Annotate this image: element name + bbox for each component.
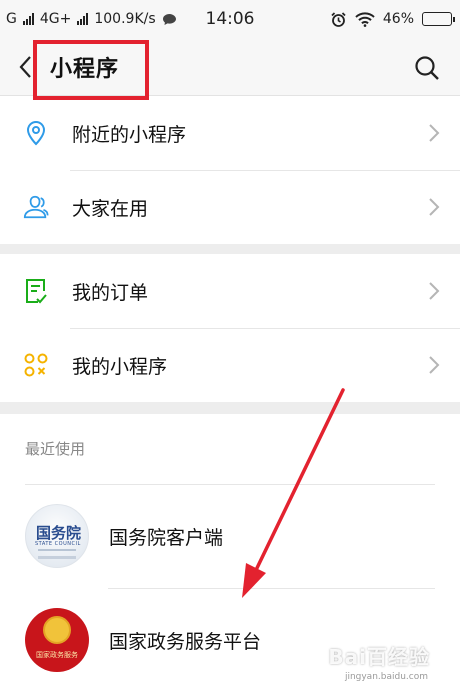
status-right: 46% — [330, 11, 455, 28]
chat-bubble-icon — [162, 13, 176, 25]
chevron-right-icon — [429, 282, 440, 300]
carrier-2: 4G+ — [39, 11, 72, 27]
search-button[interactable] — [414, 55, 440, 81]
highlight-box-annotation — [33, 40, 149, 100]
location-pin-icon — [22, 119, 50, 147]
menu-item-label: 附近的小程序 — [72, 123, 187, 146]
wifi-icon — [355, 11, 375, 27]
chevron-right-icon — [429, 356, 440, 374]
logo-text: 国务院 — [36, 524, 82, 542]
chevron-right-icon — [429, 198, 440, 216]
recent-app-name: 国家政务服务平台 — [109, 630, 262, 653]
logo-building — [38, 549, 76, 559]
national-emblem-icon — [43, 616, 71, 644]
menu-item-label: 大家在用 — [72, 197, 149, 220]
state-council-logo: 国务院 STATE COUNCIL — [25, 504, 89, 568]
nav-header: 小程序 — [0, 38, 460, 100]
status-left: G 4G+ 100.9K/s — [6, 11, 177, 27]
watermark: Bai百经验 — [328, 645, 430, 669]
battery-icon — [422, 12, 455, 26]
search-icon — [415, 56, 439, 80]
order-checklist-icon — [22, 277, 50, 305]
recent-app-gwy[interactable]: 国务院 STATE COUNCIL 国务院客户端 — [0, 484, 460, 588]
logo-subtext: 国家政务服务 — [36, 651, 78, 659]
battery-percent: 46% — [382, 11, 414, 27]
status-bar: G 4G+ 100.9K/s 14:06 46% — [0, 0, 460, 38]
back-arrow-icon — [19, 55, 31, 78]
menu-item-label: 我的订单 — [72, 281, 149, 304]
network-speed: 100.9K/s — [94, 11, 156, 27]
menu-item-nearby-mini-programs[interactable]: 附近的小程序 — [0, 96, 460, 170]
signal-bars-2-icon — [77, 13, 89, 25]
menu-item-everyone-uses[interactable]: 大家在用 — [0, 170, 460, 244]
users-icon — [22, 193, 50, 221]
logo-subtext: STATE COUNCIL — [35, 541, 81, 547]
menu-group-1: 附近的小程序 大家在用 — [0, 96, 460, 244]
watermark-subtext: jingyan.baidu.com — [344, 672, 428, 682]
menu-item-my-mini-programs[interactable]: 我的小程序 — [0, 328, 460, 402]
mini-program-grid-icon — [22, 351, 50, 379]
recent-app-name: 国务院客户端 — [109, 526, 224, 549]
chevron-right-icon — [429, 124, 440, 142]
recent-section-label: 最近使用 — [25, 440, 86, 458]
menu-item-my-orders[interactable]: 我的订单 — [0, 254, 460, 328]
menu-item-label: 我的小程序 — [72, 355, 168, 378]
carrier-1: G — [6, 11, 17, 27]
alarm-clock-icon — [331, 11, 346, 27]
menu-group-2: 我的订单 我的小程序 — [0, 254, 460, 402]
signal-bars-icon — [22, 13, 34, 25]
national-gov-service-logo: 国家政务服务 — [25, 608, 89, 672]
